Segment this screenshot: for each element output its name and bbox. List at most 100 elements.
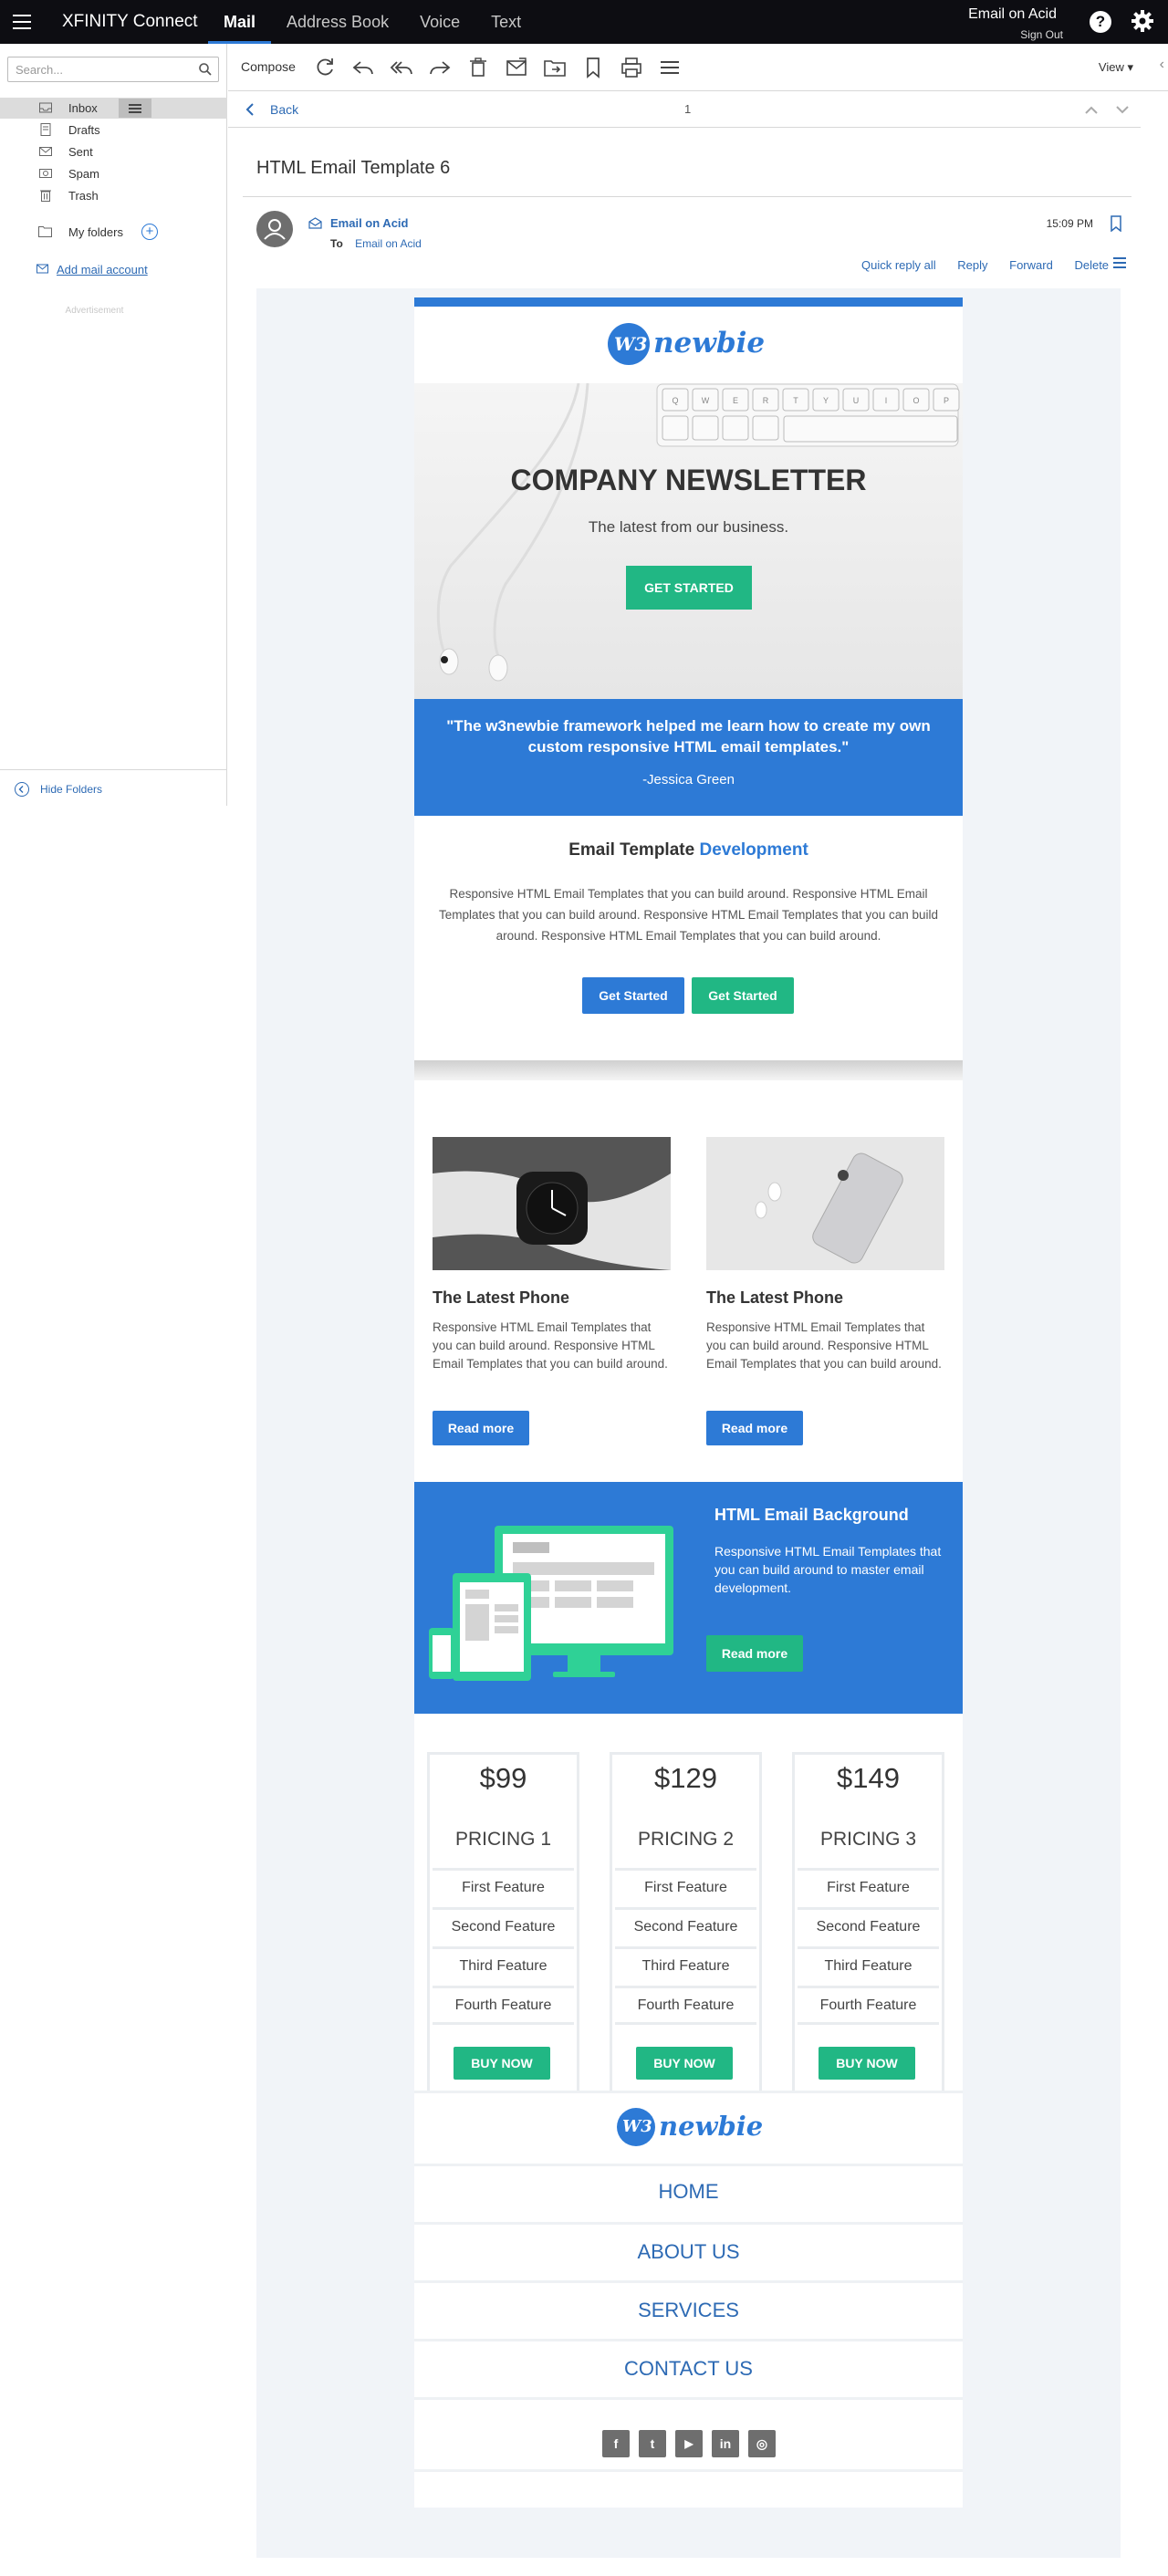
twitter-icon[interactable]: t bbox=[639, 2430, 666, 2457]
buy-now-button[interactable]: BUY NOW bbox=[454, 2047, 550, 2080]
gear-icon[interactable] bbox=[1130, 8, 1155, 34]
testimonial: "The w3newbie framework helped me learn … bbox=[414, 699, 963, 816]
get-started-blue-button[interactable]: Get Started bbox=[582, 977, 684, 1014]
folder-sent[interactable]: Sent bbox=[0, 141, 227, 162]
mail-toolbar: Compose View ▾ ‹ bbox=[228, 44, 1168, 91]
product-description: Responsive HTML Email Templates that you… bbox=[706, 1320, 942, 1371]
next-message-icon[interactable] bbox=[1115, 104, 1130, 115]
section-shadow bbox=[414, 1060, 963, 1080]
buy-now-button[interactable]: BUY NOW bbox=[636, 2047, 733, 2080]
folder-icon bbox=[38, 226, 52, 237]
mail-icon bbox=[36, 264, 48, 274]
help-icon[interactable]: ? bbox=[1090, 11, 1111, 33]
sent-icon bbox=[39, 147, 52, 156]
recipient-name[interactable]: Email on Acid bbox=[355, 237, 422, 250]
get-started-button[interactable]: GET STARTED bbox=[626, 566, 752, 610]
folder-label: Trash bbox=[68, 189, 99, 203]
folder-menu-icon[interactable] bbox=[119, 99, 151, 118]
youtube-icon[interactable]: ▶ bbox=[675, 2430, 703, 2457]
nav-mail[interactable]: Mail bbox=[208, 0, 272, 44]
hero-subtitle: The latest from our business. bbox=[588, 518, 789, 536]
main-menu-icon[interactable] bbox=[13, 15, 31, 29]
move-icon[interactable] bbox=[542, 55, 568, 80]
add-folder-icon[interactable]: + bbox=[141, 224, 158, 240]
refresh-icon[interactable] bbox=[312, 55, 338, 80]
plan-price: $149 bbox=[837, 1762, 900, 1794]
facebook-icon[interactable]: f bbox=[602, 2430, 630, 2457]
footer-link-services[interactable]: SERVICES bbox=[414, 2283, 963, 2322]
forward-link[interactable]: Forward bbox=[1009, 258, 1053, 272]
get-started-green-button[interactable]: Get Started bbox=[692, 977, 794, 1014]
delete-link[interactable]: Delete bbox=[1074, 258, 1109, 272]
search-input[interactable]: Search... bbox=[7, 57, 219, 82]
product-title: The Latest Phone bbox=[433, 1288, 570, 1307]
plan-name: PRICING 1 bbox=[454, 1829, 552, 1850]
folder-label: Drafts bbox=[68, 123, 100, 137]
nav-voice[interactable]: Voice bbox=[404, 0, 475, 44]
reply-icon[interactable] bbox=[350, 55, 376, 80]
folder-inbox[interactable]: Inbox bbox=[0, 98, 227, 119]
search-icon[interactable] bbox=[198, 62, 213, 77]
compose-button[interactable]: Compose bbox=[241, 59, 296, 74]
plan-feature: Third Feature bbox=[615, 1946, 756, 1986]
folder-drafts[interactable]: Drafts bbox=[0, 120, 227, 141]
section-body: Responsive HTML Email Templates that you… bbox=[438, 887, 939, 943]
keyboard-key-label: U bbox=[853, 396, 860, 405]
read-more-button[interactable]: Read more bbox=[706, 1411, 803, 1445]
footer-link-about[interactable]: ABOUT US bbox=[414, 2225, 963, 2264]
footer-link-contact[interactable]: CONTACT US bbox=[414, 2341, 963, 2381]
message-more-icon[interactable] bbox=[1113, 257, 1126, 271]
footer-link-home[interactable]: HOME bbox=[414, 2166, 963, 2204]
back-link[interactable]: Back bbox=[270, 102, 298, 117]
buy-now-button[interactable]: BUY NOW bbox=[819, 2047, 915, 2080]
more-icon[interactable] bbox=[657, 55, 683, 80]
footer-link-row: CONTACT US bbox=[414, 2339, 963, 2397]
email-header: W3 newbie bbox=[414, 307, 963, 383]
delete-icon[interactable] bbox=[465, 55, 491, 80]
sign-out-link[interactable]: Sign Out bbox=[1020, 28, 1063, 41]
folder-spam[interactable]: Spam bbox=[0, 163, 227, 184]
back-icon[interactable] bbox=[245, 102, 256, 117]
nav-text[interactable]: Text bbox=[475, 0, 537, 44]
bookmark-icon[interactable] bbox=[1110, 215, 1122, 232]
plan-price: $99 bbox=[479, 1762, 527, 1794]
print-icon[interactable] bbox=[619, 55, 644, 80]
view-menu[interactable]: View ▾ bbox=[1099, 60, 1133, 75]
hero-banner: Q W E R T Y U I O P COMPANY NEWSLETTER The latest… bbox=[414, 383, 963, 699]
brand-name[interactable]: XFINITY Connect bbox=[62, 12, 198, 32]
folder-trash[interactable]: Trash bbox=[0, 185, 227, 206]
phone-airpods-image bbox=[706, 1137, 944, 1270]
nav-address-book[interactable]: Address Book bbox=[271, 0, 404, 44]
testimonial-quote: "The w3newbie framework helped me learn … bbox=[446, 717, 931, 756]
hide-folders-button[interactable]: Hide Folders bbox=[0, 769, 227, 806]
quick-reply-all-link[interactable]: Quick reply all bbox=[861, 258, 936, 272]
previous-message-icon[interactable] bbox=[1084, 104, 1099, 115]
plan-feature: First Feature bbox=[615, 1868, 756, 1907]
hide-folders-label: Hide Folders bbox=[40, 783, 103, 796]
logo-mark: W3 bbox=[622, 2117, 652, 2136]
sender-name[interactable]: Email on Acid bbox=[330, 216, 408, 230]
mark-read-icon[interactable] bbox=[504, 55, 529, 80]
linkedin-icon[interactable]: in bbox=[712, 2430, 739, 2457]
plan-feature: Fourth Feature bbox=[433, 1986, 574, 2025]
read-more-button[interactable]: Read more bbox=[433, 1411, 529, 1445]
collapse-icon bbox=[15, 782, 29, 797]
keyboard-key-label: R bbox=[763, 396, 769, 405]
collapse-pane-icon[interactable]: ‹ bbox=[1160, 57, 1164, 73]
opened-mail-icon bbox=[308, 217, 322, 229]
keyboard-key-label: O bbox=[912, 396, 919, 405]
drafts-icon bbox=[40, 123, 51, 136]
plan-price: $129 bbox=[654, 1762, 717, 1794]
plan-feature: Third Feature bbox=[433, 1946, 574, 1986]
my-folders[interactable]: My folders + bbox=[0, 221, 227, 243]
forward-icon[interactable] bbox=[427, 55, 453, 80]
avatar bbox=[256, 211, 293, 247]
instagram-icon[interactable]: ◎ bbox=[748, 2430, 776, 2457]
reply-link[interactable]: Reply bbox=[957, 258, 987, 272]
read-more-button[interactable]: Read more bbox=[706, 1635, 803, 1672]
smartwatch-image bbox=[433, 1137, 671, 1270]
keyboard-key-label: I bbox=[885, 396, 888, 405]
add-mail-account-link[interactable]: Add mail account bbox=[57, 263, 148, 276]
reply-all-icon[interactable] bbox=[389, 55, 414, 80]
flag-icon[interactable] bbox=[580, 55, 606, 80]
